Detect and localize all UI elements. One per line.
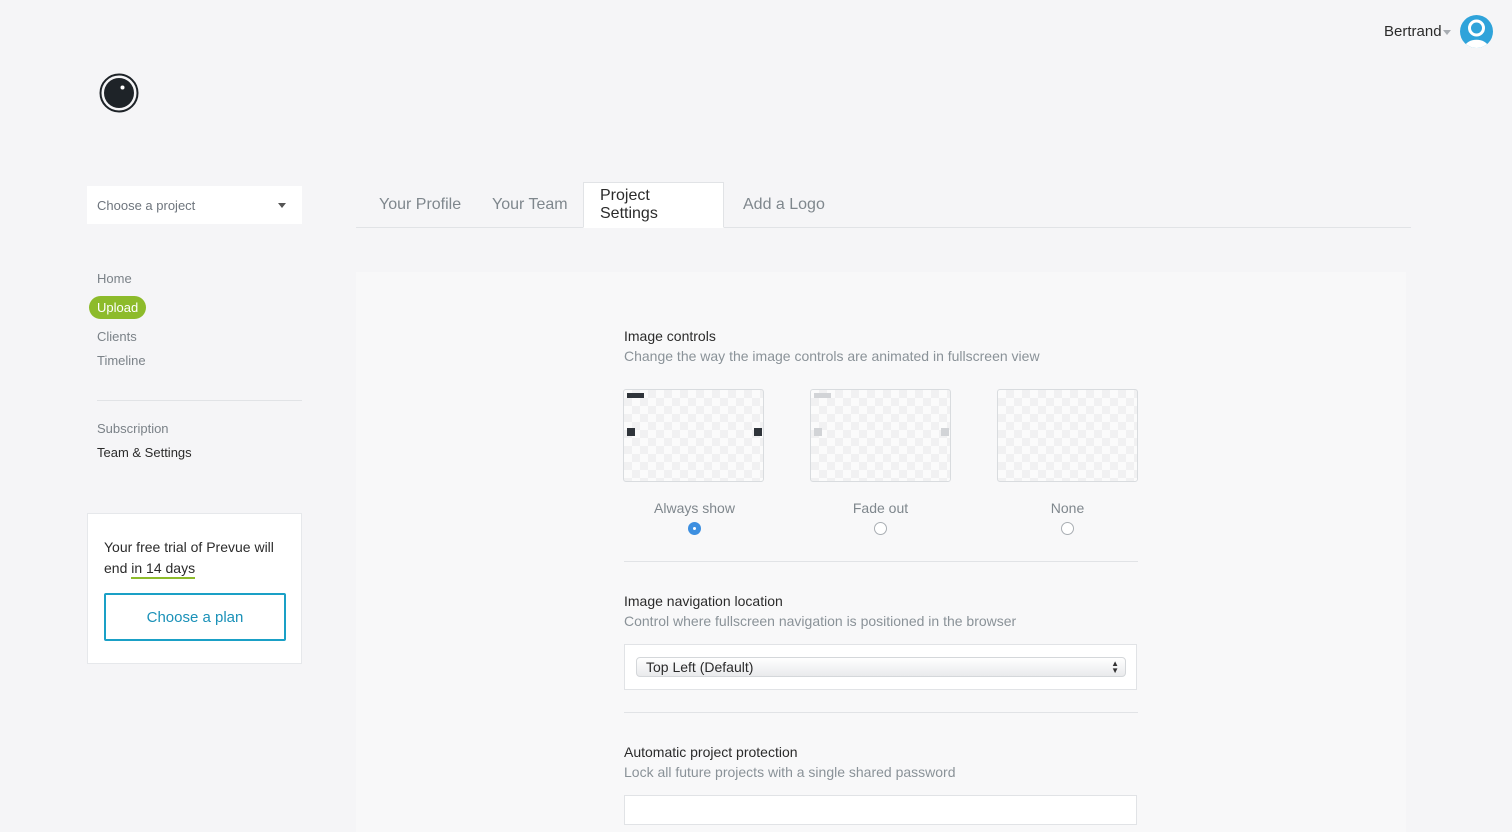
protection-title: Automatic project protection — [624, 744, 798, 760]
nav-timeline[interactable]: Timeline — [97, 353, 146, 368]
radio-always-show[interactable] — [688, 522, 701, 535]
section-divider — [624, 712, 1138, 713]
protection-description: Lock all future projects with a single s… — [624, 764, 956, 780]
trial-card: Your free trial of Prevue will end in 14… — [87, 513, 302, 664]
preview-none[interactable] — [997, 389, 1138, 482]
option-label-none: None — [1050, 500, 1085, 516]
project-select-label: Choose a project — [97, 197, 196, 213]
app-logo[interactable] — [99, 73, 139, 113]
user-menu-caret-icon[interactable] — [1443, 30, 1451, 35]
nav-location-selected-value: Top Left (Default) — [646, 659, 754, 675]
nav-location-title: Image navigation location — [624, 593, 783, 609]
nav-home[interactable]: Home — [97, 271, 132, 286]
user-silhouette-icon — [1464, 19, 1489, 48]
image-controls-description: Change the way the image controls are an… — [624, 348, 1040, 364]
preview-always-show[interactable] — [623, 389, 764, 482]
tab-your-team[interactable]: Your Team — [492, 182, 568, 228]
nav-location-description: Control where fullscreen navigation is p… — [624, 613, 1017, 629]
trial-message: Your free trial of Prevue will end in 14… — [104, 537, 289, 579]
avatar[interactable] — [1460, 15, 1493, 48]
project-select[interactable]: Choose a project — [87, 186, 302, 224]
tab-project-settings[interactable]: Project Settings — [583, 182, 724, 228]
right-arrow-mark — [941, 428, 949, 436]
left-arrow-mark — [814, 428, 822, 436]
user-name[interactable]: Bertrand — [1384, 23, 1442, 40]
tab-your-profile[interactable]: Your Profile — [379, 182, 461, 228]
nav-location-select[interactable]: Top Left (Default) ▲ ▼ — [636, 657, 1126, 677]
section-divider — [624, 561, 1138, 562]
select-updown-icon: ▲ ▼ — [1111, 659, 1119, 675]
radio-fade-out[interactable] — [874, 522, 887, 535]
nav-team-settings[interactable]: Team & Settings — [97, 445, 192, 460]
chevron-down-icon — [278, 203, 286, 208]
left-arrow-mark — [627, 428, 635, 436]
eye-logo-icon — [99, 73, 139, 113]
nav-bar-mark — [814, 393, 831, 398]
image-controls-title: Image controls — [624, 328, 716, 344]
nav-bar-mark — [627, 393, 644, 398]
right-arrow-mark — [754, 428, 762, 436]
option-label-fade-out: Fade out — [852, 500, 909, 516]
radio-none[interactable] — [1061, 522, 1074, 535]
nav-location-select-container: Top Left (Default) ▲ ▼ — [624, 644, 1137, 690]
shared-password-field[interactable] — [624, 795, 1137, 825]
option-label-always-show: Always show — [654, 500, 735, 516]
tab-add-a-logo[interactable]: Add a Logo — [743, 182, 825, 228]
nav-upload[interactable]: Upload — [89, 296, 147, 319]
nav-divider — [97, 400, 302, 401]
nav-subscription[interactable]: Subscription — [97, 421, 169, 436]
preview-fade-out[interactable] — [810, 389, 951, 482]
trial-days: in 14 days — [131, 560, 196, 579]
nav-clients[interactable]: Clients — [97, 329, 137, 344]
choose-plan-button[interactable]: Choose a plan — [104, 593, 286, 641]
